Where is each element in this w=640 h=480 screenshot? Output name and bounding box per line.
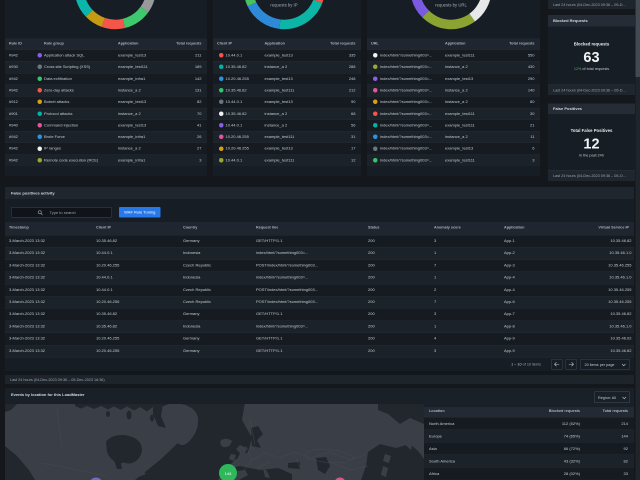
svg-text:requests by URL: requests by URL (435, 3, 467, 8)
svg-text:144: 144 (225, 471, 232, 476)
svg-text:requests by IP: requests by IP (270, 3, 297, 8)
